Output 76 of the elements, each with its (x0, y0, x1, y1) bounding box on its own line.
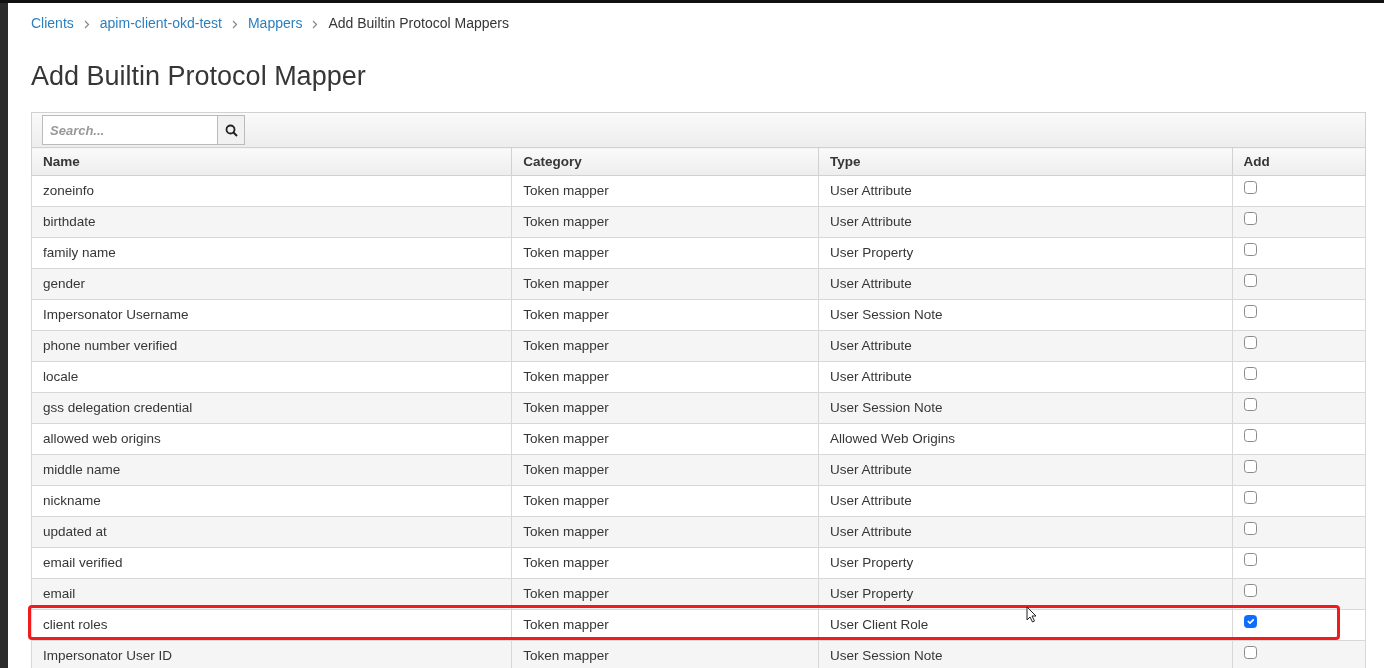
table-cell: Token mapper (511, 485, 819, 517)
add-checkbox[interactable] (1243, 584, 1257, 598)
add-checkbox[interactable] (1243, 181, 1257, 195)
add-checkbox[interactable] (1243, 429, 1257, 443)
table-cell: birthdate (31, 206, 512, 238)
table-cell: locale (31, 361, 512, 393)
add-checkbox[interactable] (1243, 646, 1257, 660)
search-icon (224, 123, 238, 137)
add-checkbox[interactable] (1243, 398, 1257, 412)
table-cell: email verified (31, 547, 512, 579)
table-cell: User Attribute (818, 330, 1233, 362)
search-field[interactable]: Search... (42, 115, 218, 146)
table-cell: Token mapper (511, 454, 819, 486)
table-cell: Token mapper (511, 640, 819, 668)
table-cell: phone number verified (31, 330, 512, 362)
search-button[interactable] (218, 115, 245, 146)
table-cell: Token mapper (511, 299, 819, 331)
table-cell: allowed web origins (31, 423, 512, 455)
table-cell: Token mapper (511, 175, 819, 207)
table-cell: User Attribute (818, 175, 1233, 207)
chevron-icon (83, 19, 90, 29)
chevron-icon (231, 19, 238, 29)
table-cell: User Attribute (818, 206, 1233, 238)
table-cell: gss delegation credential (31, 392, 512, 424)
table-cell: gender (31, 268, 512, 300)
table-cell: User Attribute (818, 268, 1233, 300)
table-cell: Token mapper (511, 516, 819, 548)
table-cell: Token mapper (511, 330, 819, 362)
table-cell: family name (31, 237, 512, 269)
page-title: Add Builtin Protocol Mapper (31, 60, 367, 93)
table-cell: User Property (818, 547, 1233, 579)
chevron-icon (312, 19, 319, 29)
add-checkbox[interactable] (1243, 212, 1257, 226)
table-cell: User Session Note (818, 299, 1233, 331)
table-cell: nickname (31, 485, 512, 517)
add-checkbox[interactable] (1243, 491, 1257, 505)
table-cell: client roles (31, 609, 512, 641)
table-cell: Token mapper (511, 423, 819, 455)
table-cell: User Attribute (818, 516, 1233, 548)
table-cell: middle name (31, 454, 512, 486)
add-checkbox[interactable] (1243, 336, 1257, 350)
table-cell: Token mapper (511, 206, 819, 238)
add-checkbox[interactable] (1243, 553, 1257, 567)
breadcrumb-link[interactable]: Clients (31, 13, 74, 34)
breadcrumb-link[interactable]: Mappers (247, 13, 303, 34)
table-cell: User Attribute (818, 454, 1233, 486)
column-header: Name (31, 147, 512, 176)
breadcrumb-link[interactable]: apim-client-okd-test (99, 13, 222, 34)
table-cell: Token mapper (511, 237, 819, 269)
table-cell: Token mapper (511, 268, 819, 300)
table-cell: Allowed Web Origins (818, 423, 1233, 455)
table-cell: zoneinfo (31, 175, 512, 207)
add-checkbox[interactable] (1243, 305, 1257, 319)
column-header: Add (1232, 147, 1366, 176)
table-cell: Impersonator Username (31, 299, 512, 331)
table-cell: User Session Note (818, 392, 1233, 424)
table-cell: Impersonator User ID (31, 640, 512, 668)
add-checkbox[interactable] (1243, 243, 1257, 257)
table-cell: User Session Note (818, 640, 1233, 668)
add-checkbox[interactable] (1243, 522, 1257, 536)
column-header: Type (818, 147, 1233, 176)
add-checkbox[interactable] (1243, 274, 1257, 288)
column-header: Category (511, 147, 819, 176)
table-cell: Token mapper (511, 392, 819, 424)
add-checkbox[interactable] (1243, 460, 1257, 474)
add-checkbox[interactable] (1243, 615, 1257, 629)
table-cell: Token mapper (511, 361, 819, 393)
breadcrumb-current: Add Builtin Protocol Mappers (328, 14, 509, 33)
table-cell: updated at (31, 516, 512, 548)
table-cell: User Attribute (818, 485, 1233, 517)
mouse-pointer-icon (1026, 606, 1038, 624)
table-cell: User Property (818, 237, 1233, 269)
table-cell: User Attribute (818, 361, 1233, 393)
add-checkbox[interactable] (1243, 367, 1257, 381)
table-cell: Token mapper (511, 547, 819, 579)
table-cell: Token mapper (511, 609, 819, 641)
